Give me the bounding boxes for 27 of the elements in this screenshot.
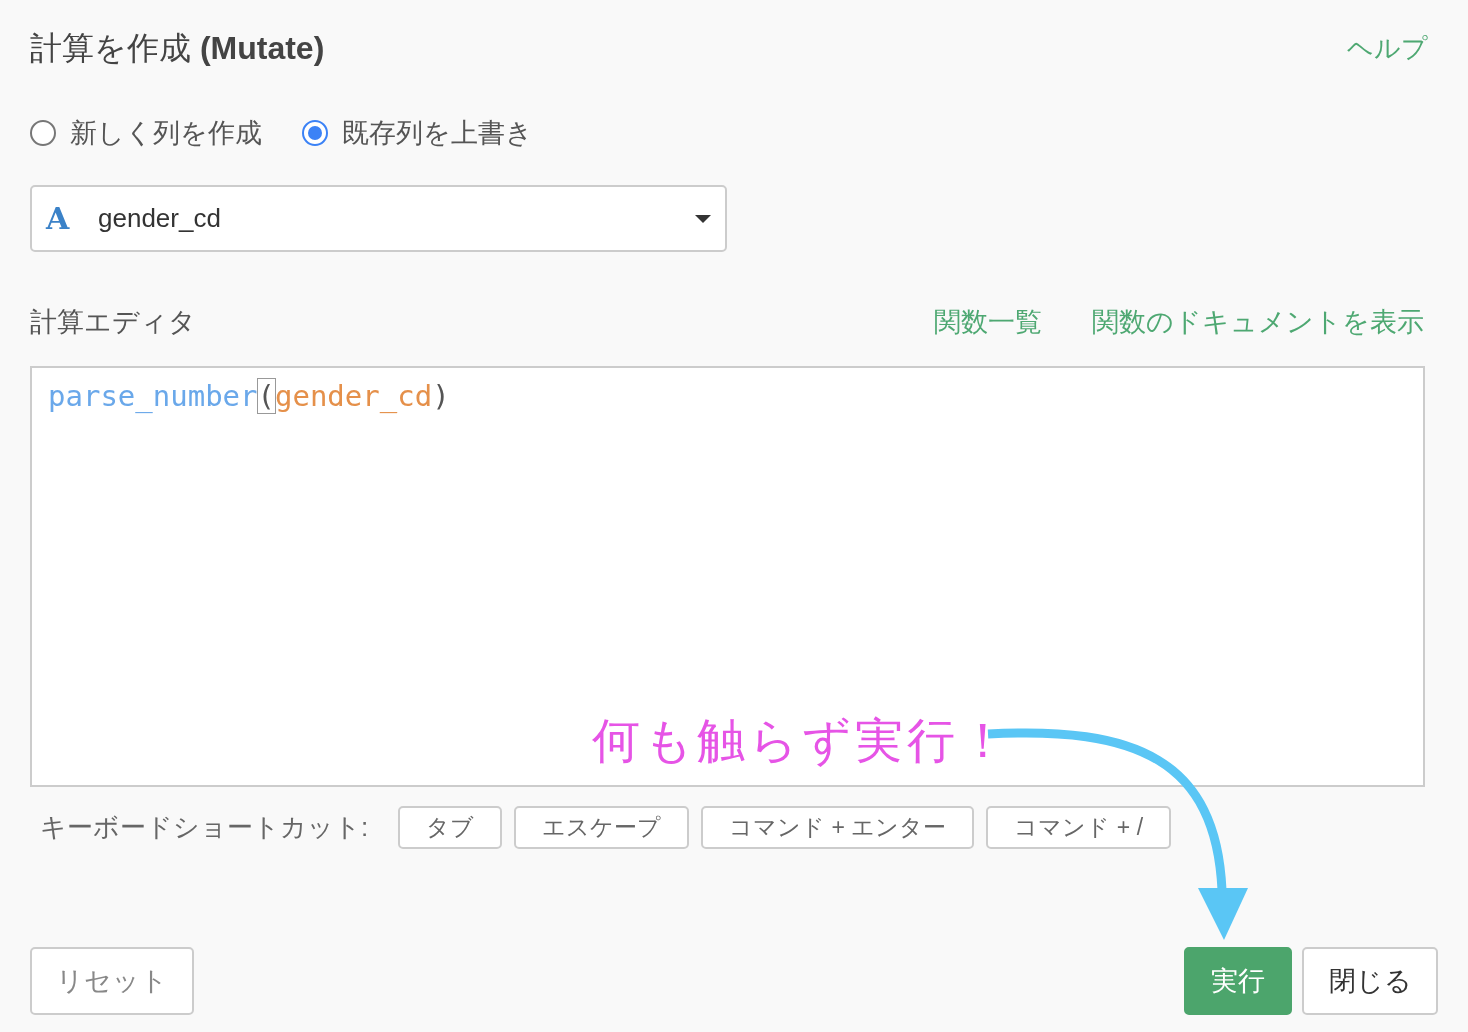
radio-label: 既存列を上書き bbox=[342, 116, 533, 150]
editor-label: 計算エディタ bbox=[30, 305, 196, 339]
editor-link[interactable]: 関数一覧 bbox=[934, 301, 1042, 343]
dialog-button[interactable]: 閉じる bbox=[1302, 947, 1438, 1015]
dialog-title: 計算を作成 (Mutate) bbox=[30, 29, 325, 68]
code-token: gender_cd bbox=[275, 379, 433, 413]
shortcut-key: タブ bbox=[398, 805, 503, 849]
column-select[interactable]: A gender_cd bbox=[30, 185, 727, 252]
code-token: parse_number bbox=[48, 379, 258, 413]
shortcuts-label: キーボードショートカット: bbox=[40, 810, 369, 844]
radio-label: 新しく列を作成 bbox=[70, 116, 262, 150]
string-type-icon: A bbox=[46, 196, 70, 241]
annotation-text: 何も触らず実行！ bbox=[592, 711, 1011, 770]
shortcut-key: コマンド + / bbox=[986, 805, 1172, 849]
shortcut-key: エスケープ bbox=[514, 805, 690, 849]
radio-button[interactable] bbox=[30, 120, 56, 146]
help-link[interactable]: ヘルプ bbox=[1347, 28, 1428, 68]
radio-button[interactable] bbox=[302, 120, 328, 146]
code-token: ( bbox=[257, 379, 275, 413]
select-value: gender_cd bbox=[98, 202, 222, 235]
code-token: ) bbox=[432, 379, 450, 413]
code-editor[interactable]: parse_number(gender_cd) 何も触らず実行！ bbox=[30, 366, 1425, 787]
dialog-button[interactable]: リセット bbox=[30, 947, 194, 1015]
dropdown-caret-icon bbox=[695, 214, 711, 223]
editor-link[interactable]: 関数のドキュメントを表示 bbox=[1092, 301, 1424, 343]
shortcut-key: コマンド + エンター bbox=[701, 805, 975, 849]
dialog-button[interactable]: 実行 bbox=[1184, 947, 1292, 1015]
